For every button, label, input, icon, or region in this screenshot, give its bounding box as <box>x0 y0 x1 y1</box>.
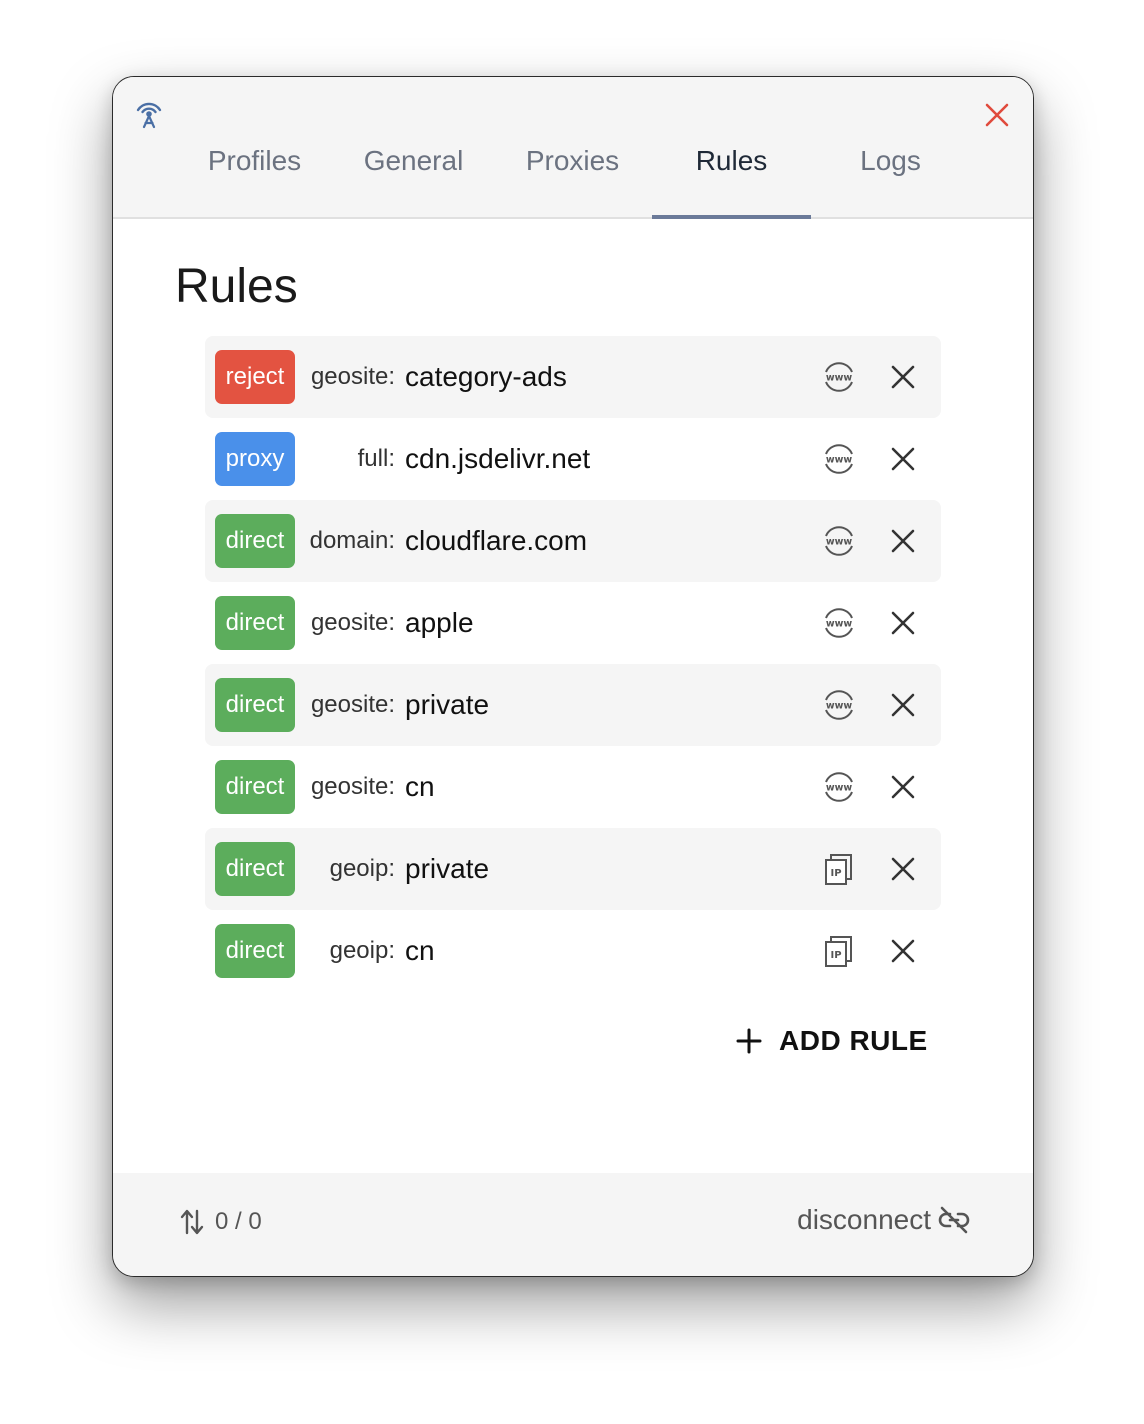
close-icon[interactable] <box>983 101 1011 129</box>
rule-row[interactable]: direct geosite: private www <box>205 664 941 746</box>
svg-text:www: www <box>826 373 853 384</box>
rule-row[interactable]: direct geosite: apple www <box>205 582 941 664</box>
tab-label: General <box>363 145 464 176</box>
rule-value: cn <box>405 935 435 966</box>
svg-text:www: www <box>826 701 853 712</box>
rule-value: apple <box>405 607 474 638</box>
delete-icon[interactable] <box>889 527 917 555</box>
traffic-value: 0 / 0 <box>215 1208 262 1235</box>
rule-value: cdn.jsdelivr.net <box>405 443 591 474</box>
tab-bar: Profiles General Proxies Rules Logs <box>175 131 970 219</box>
www-globe-icon: www <box>825 362 853 392</box>
rule-row[interactable]: reject geosite: category-ads www <box>205 336 941 418</box>
page-title: Rules <box>175 260 298 313</box>
traffic-counter: 0 / 0 <box>179 1207 262 1237</box>
www-globe-icon: www <box>825 772 853 802</box>
rules-list: reject geosite: category-ads www proxy full: c… <box>205 336 941 992</box>
svg-text:www: www <box>826 537 853 548</box>
tab-label: Logs <box>860 145 921 176</box>
tab-logs[interactable]: Logs <box>811 131 970 217</box>
delete-icon[interactable] <box>889 691 917 719</box>
action-badge: proxy <box>215 432 295 486</box>
rule-type: full: <box>357 445 395 472</box>
disconnect-button[interactable]: disconnect <box>797 1203 971 1237</box>
tab-proxies[interactable]: Proxies <box>493 131 652 217</box>
rule-value: private <box>405 853 490 884</box>
tab-rules[interactable]: Rules <box>652 131 811 219</box>
ip-icon: IP <box>825 854 852 885</box>
action-badge: direct <box>215 678 295 732</box>
delete-icon[interactable] <box>889 773 917 801</box>
svg-text:IP: IP <box>830 950 841 961</box>
rule-type: geosite: <box>310 691 395 718</box>
www-globe-icon: www <box>825 526 853 556</box>
svg-text:www: www <box>826 619 853 630</box>
rule-row[interactable]: proxy full: cdn.jsdelivr.net www <box>205 418 941 500</box>
rule-type: geoip: <box>329 937 395 964</box>
rule-type: geosite: <box>310 773 395 800</box>
delete-icon[interactable] <box>889 609 917 637</box>
link-off-icon <box>938 1206 970 1234</box>
add-rule-label: ADD RULE <box>779 1025 928 1056</box>
svg-text:IP: IP <box>830 868 841 879</box>
action-badge: direct <box>215 842 295 896</box>
tab-label: Rules <box>695 145 768 176</box>
svg-text:www: www <box>826 783 853 794</box>
rule-row[interactable]: direct geoip: cn IP <box>205 910 941 992</box>
plus-icon <box>736 1028 762 1054</box>
rule-row[interactable]: direct domain: cloudflare.com www <box>205 500 941 582</box>
action-badge: direct <box>215 596 295 650</box>
delete-icon[interactable] <box>889 363 917 391</box>
delete-icon[interactable] <box>889 937 917 965</box>
rule-row[interactable]: direct geosite: cn www <box>205 746 941 828</box>
delete-icon[interactable] <box>889 855 917 883</box>
tab-general[interactable]: General <box>334 131 493 217</box>
www-globe-icon: www <box>825 608 853 638</box>
antenna-icon <box>136 102 162 129</box>
www-globe-icon: www <box>825 444 853 474</box>
tab-profiles[interactable]: Profiles <box>175 131 334 217</box>
rule-type: geosite: <box>310 363 395 390</box>
action-badge: direct <box>215 760 295 814</box>
up-down-arrows-icon <box>180 1209 204 1235</box>
disconnect-label: disconnect <box>797 1204 931 1235</box>
header: Profiles General Proxies Rules Logs <box>113 77 1033 219</box>
tab-label: Profiles <box>207 145 302 176</box>
rule-row[interactable]: direct geoip: private IP <box>205 828 941 910</box>
www-globe-icon: www <box>825 690 853 720</box>
svg-text:www: www <box>826 455 853 466</box>
delete-icon[interactable] <box>889 445 917 473</box>
rule-type: geosite: <box>310 609 395 636</box>
rule-value: cloudflare.com <box>405 525 588 556</box>
rule-type: geoip: <box>329 855 395 882</box>
tab-label: Proxies <box>525 145 620 176</box>
rule-value: cn <box>405 771 435 802</box>
action-badge: direct <box>215 924 295 978</box>
add-rule-button[interactable]: ADD RULE <box>735 1025 928 1057</box>
rule-type: domain: <box>309 527 395 554</box>
rule-value: category-ads <box>405 361 567 392</box>
ip-icon: IP <box>825 936 852 967</box>
app-window: Profiles General Proxies Rules Logs Rule… <box>112 76 1034 1277</box>
action-badge: direct <box>215 514 295 568</box>
rule-value: private <box>405 689 490 720</box>
status-bar: 0 / 0 disconnect <box>113 1173 1033 1276</box>
action-badge: reject <box>215 350 295 404</box>
